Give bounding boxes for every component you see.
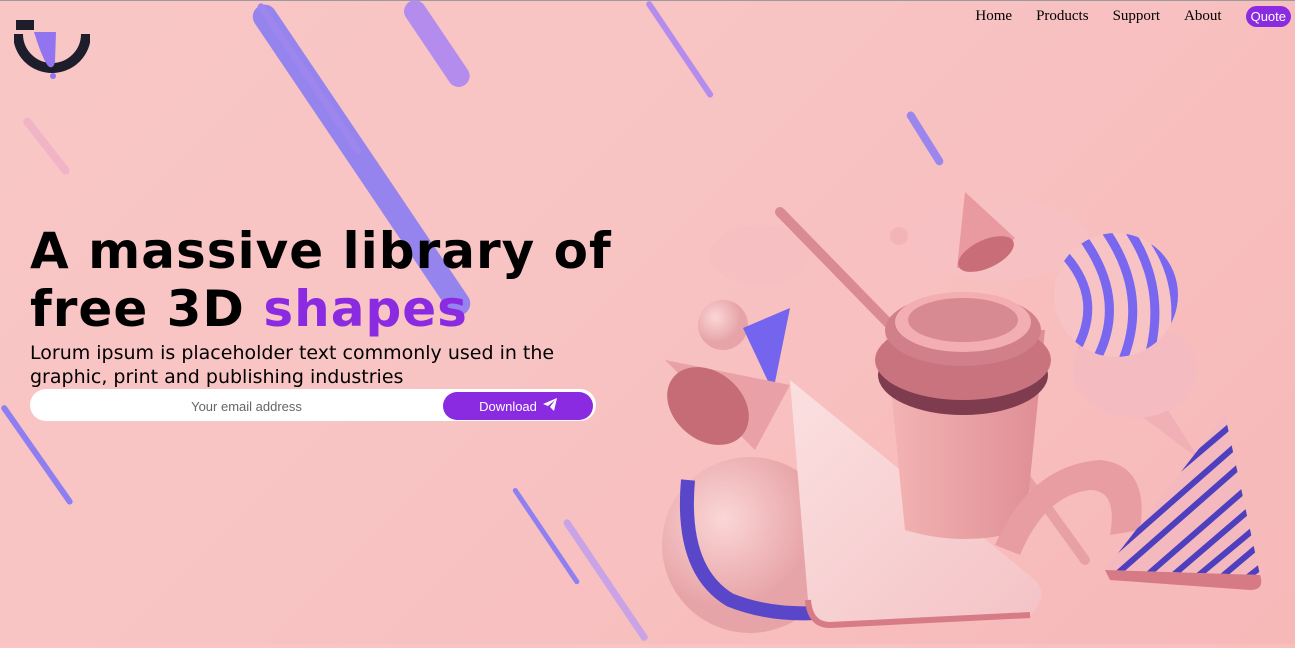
brand-logo-icon[interactable] bbox=[13, 18, 91, 82]
email-signup-form: Download bbox=[30, 389, 596, 421]
hero-3d-illustration bbox=[640, 170, 1295, 644]
main-nav: Home Products Support About Quote bbox=[975, 4, 1295, 28]
nav-home-link[interactable]: Home bbox=[975, 8, 1012, 25]
quote-button[interactable]: Quote bbox=[1245, 5, 1291, 27]
decorative-streak bbox=[511, 487, 581, 586]
decorative-streak bbox=[905, 110, 945, 167]
decorative-streak bbox=[256, 2, 363, 156]
nav-about-link[interactable]: About bbox=[1184, 8, 1222, 25]
email-input[interactable] bbox=[42, 393, 451, 419]
download-button[interactable]: Download bbox=[443, 392, 593, 420]
hero-title-line1: A massive library of bbox=[30, 222, 612, 280]
hero-title-accent: shapes bbox=[263, 280, 468, 338]
hero-title: A massive library of free 3D shapes bbox=[30, 222, 612, 338]
decorative-streak bbox=[645, 0, 715, 99]
hero-subtitle: Lorum ipsum is placeholder text commonly… bbox=[30, 342, 555, 388]
decorative-streak bbox=[399, 0, 474, 92]
download-button-label: Download bbox=[479, 398, 537, 414]
decorative-streak bbox=[21, 116, 72, 177]
nav-support-link[interactable]: Support bbox=[1113, 8, 1161, 25]
hero-title-line2: free 3D bbox=[30, 280, 264, 338]
nav-products-link[interactable]: Products bbox=[1036, 8, 1089, 25]
paper-plane-icon bbox=[542, 398, 557, 414]
